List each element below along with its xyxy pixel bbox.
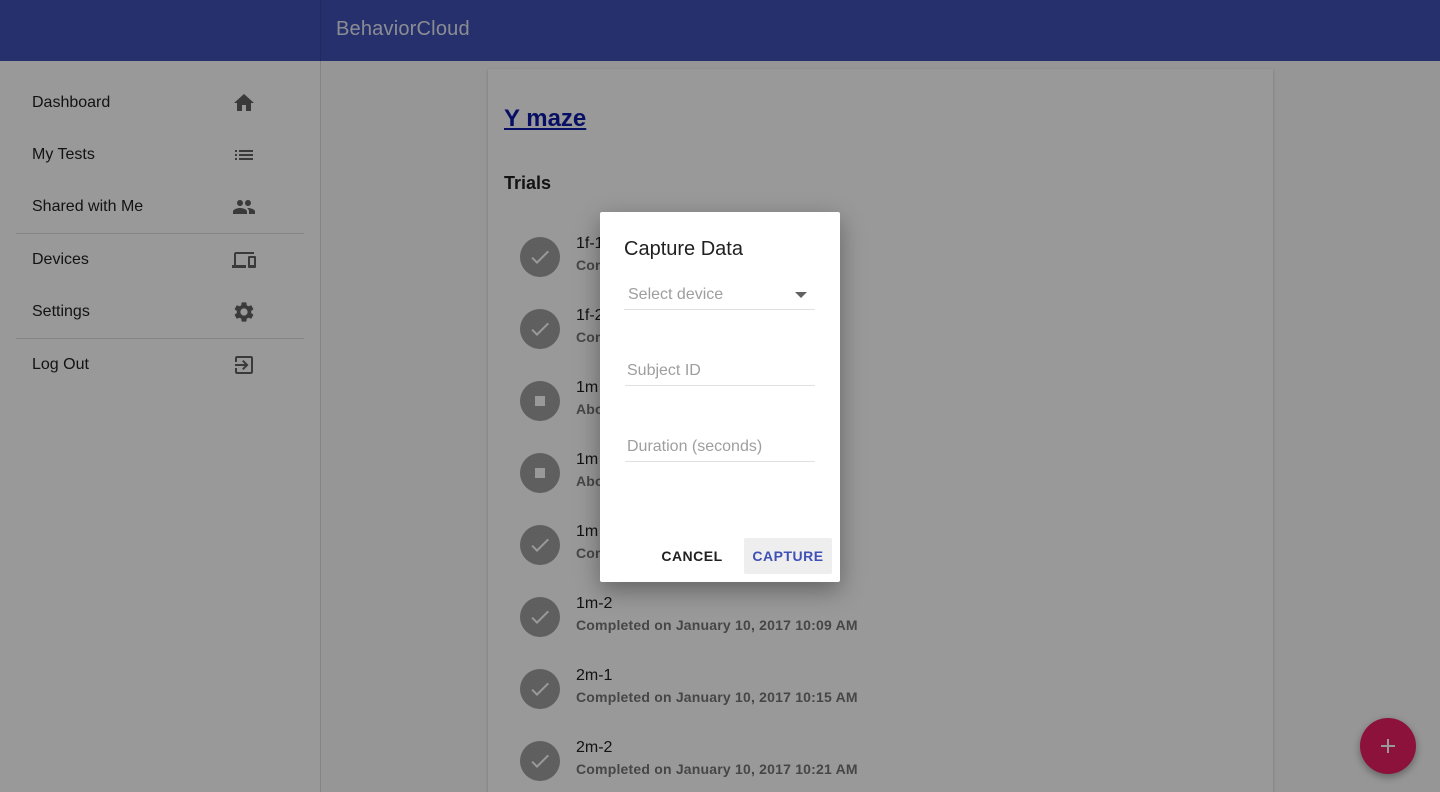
capture-data-dialog: Capture Data Select device Subject ID Du… <box>600 212 840 582</box>
subject-id-placeholder: Subject ID <box>627 362 701 379</box>
dialog-title: Capture Data <box>624 238 743 260</box>
dropdown-arrow-icon <box>795 292 807 298</box>
subject-id-field[interactable]: Subject ID <box>625 360 815 386</box>
capture-button[interactable]: CAPTURE <box>744 538 832 574</box>
cancel-button[interactable]: CANCEL <box>652 538 732 574</box>
device-select[interactable]: Select device <box>624 284 815 310</box>
duration-placeholder: Duration (seconds) <box>627 438 763 455</box>
device-select-placeholder: Select device <box>628 286 724 303</box>
duration-field[interactable]: Duration (seconds) <box>625 436 815 462</box>
